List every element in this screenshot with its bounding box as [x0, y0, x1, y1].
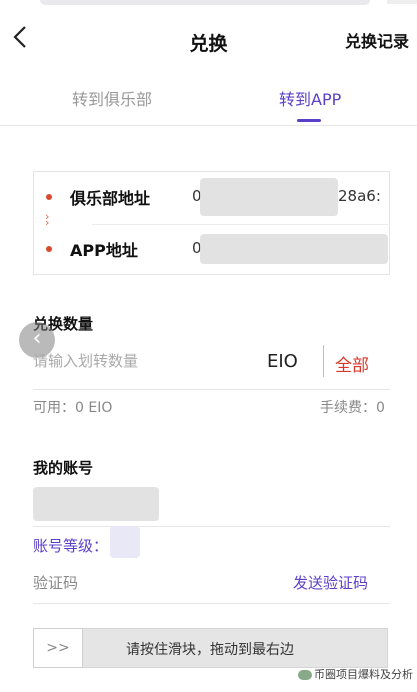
app-address-redaction	[200, 234, 388, 264]
club-address-redaction	[200, 178, 338, 216]
amount-unit: EIO	[267, 351, 298, 372]
account-level-label: 账号等级：	[33, 537, 109, 555]
exchange-record-link[interactable]: 兑换记录	[345, 28, 409, 52]
send-code-button[interactable]: 发送验证码	[293, 572, 368, 593]
amount-placeholder: 请输入划转数量	[33, 352, 139, 370]
account-redaction	[33, 487, 159, 521]
available-balance: 可用：0 EIO	[33, 400, 113, 416]
address-divider	[92, 224, 388, 225]
club-address-end: 28a6:	[338, 187, 381, 205]
amount-divider	[323, 345, 324, 377]
app-address-dot-icon	[46, 246, 52, 252]
active-tab-indicator	[297, 119, 321, 122]
wechat-icon	[298, 670, 312, 680]
slide-hint: 请按住滑块，拖动到最右边	[126, 642, 294, 658]
tab-bar: 转到俱乐部 转到APP	[0, 72, 417, 126]
amount-input[interactable]: 请输入划转数量 EIO 全部	[33, 340, 390, 390]
watermark-text: 币圈项目爆料及分析	[314, 668, 413, 681]
swap-direction-icon: › ›	[45, 210, 50, 229]
verification-code-input[interactable]: 验证码 发送验证码	[33, 562, 390, 604]
slide-verify-track[interactable]: >> 请按住滑块，拖动到最右边	[33, 628, 388, 668]
account-field	[33, 481, 390, 527]
tab-to-app[interactable]: 转到APP	[279, 86, 341, 110]
verification-code-label: 验证码	[33, 574, 79, 592]
app-address-label: APP地址	[70, 241, 138, 260]
club-address-dot-icon	[46, 194, 52, 200]
account-level-redaction	[110, 526, 140, 558]
account-section-title: 我的账号	[33, 459, 94, 477]
club-address-label: 俱乐部地址	[70, 189, 151, 208]
address-card: 俱乐部地址 0 28a6: › › APP地址 0	[33, 171, 390, 275]
all-button[interactable]: 全部	[335, 351, 369, 376]
header: 兑换 兑换记录	[0, 0, 417, 72]
tab-to-club[interactable]: 转到俱乐部	[72, 86, 152, 110]
slide-handle[interactable]: >>	[33, 628, 83, 668]
fee-text: 手续费：0	[320, 400, 385, 416]
watermark: 币圈项目爆料及分析	[298, 666, 413, 682]
